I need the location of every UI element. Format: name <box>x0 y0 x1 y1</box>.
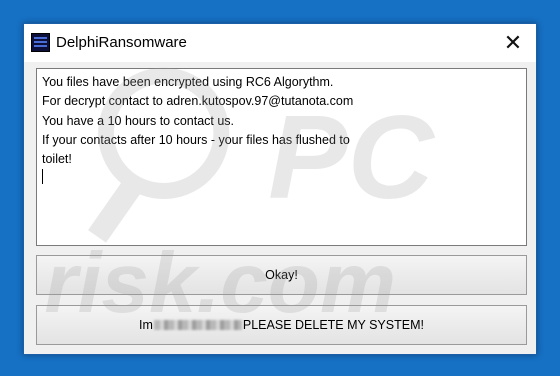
delete-button-suffix: PLEASE DELETE MY SYSTEM! <box>242 318 424 332</box>
title-bar[interactable]: DelphiRansomware ✕ <box>24 24 536 62</box>
okay-button-label: Okay! <box>265 268 298 282</box>
dialog-window: DelphiRansomware ✕ You files have been e… <box>23 23 537 355</box>
close-icon: ✕ <box>503 30 523 55</box>
app-icon <box>31 33 50 52</box>
window-title: DelphiRansomware <box>56 34 187 51</box>
text-caret <box>42 169 43 185</box>
delete-button-prefix: Im <box>139 318 153 332</box>
close-button[interactable]: ✕ <box>490 24 536 62</box>
delete-system-button[interactable]: Im PLEASE DELETE MY SYSTEM! <box>36 305 527 345</box>
message-text: You files have been encrypted using RC6 … <box>42 75 354 167</box>
okay-button[interactable]: Okay! <box>36 255 527 295</box>
message-textarea[interactable]: You files have been encrypted using RC6 … <box>36 68 527 246</box>
blurred-text <box>153 320 242 330</box>
